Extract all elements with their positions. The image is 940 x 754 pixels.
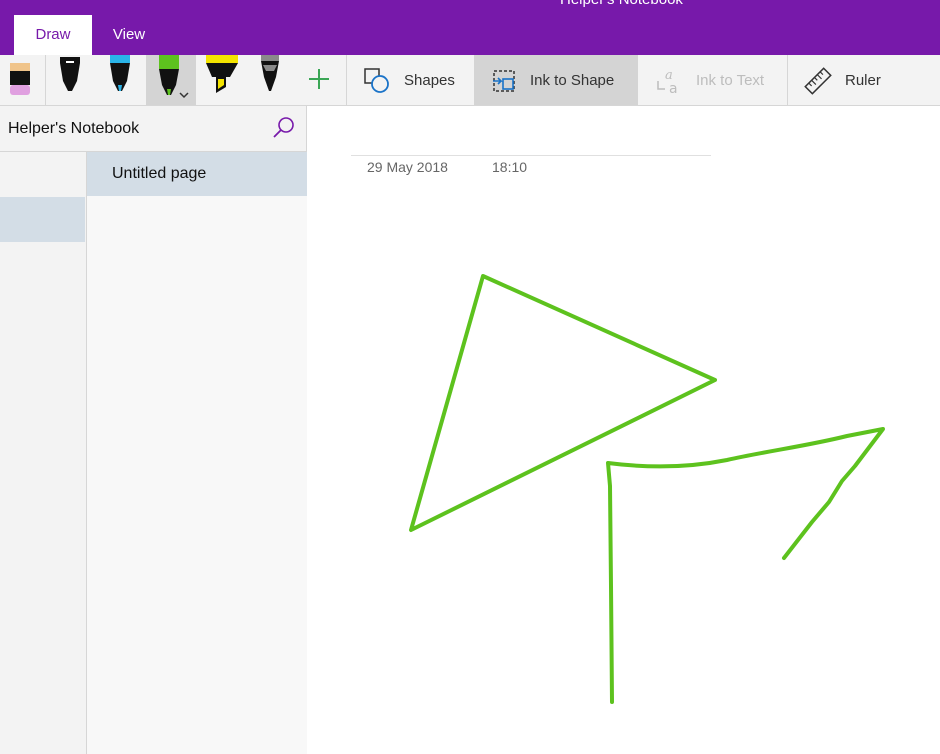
draw-ribbon: Shapes Ink to Shape aa Ink to Text Ruler — [0, 55, 940, 106]
eraser-icon[interactable] — [0, 55, 40, 105]
pen-green-icon[interactable] — [146, 55, 196, 105]
tab-view[interactable]: View — [98, 15, 160, 55]
title-bar: Helper's Notebook Draw View — [0, 0, 940, 55]
ink-to-text-label: Ink to Text — [696, 72, 765, 89]
shapes-button[interactable]: Shapes — [347, 55, 473, 105]
shapes-label: Shapes — [404, 72, 455, 89]
shapes-icon — [363, 67, 391, 99]
app-title: Helper's Notebook — [560, 0, 683, 8]
pages-list: Untitled page — [86, 152, 307, 754]
ink-drawing[interactable] — [307, 106, 940, 754]
ruler-button[interactable]: Ruler — [788, 55, 898, 105]
pen-black-icon[interactable] — [50, 55, 90, 105]
pen-blue-icon[interactable] — [100, 55, 140, 105]
ink-to-shape-icon — [490, 67, 518, 99]
page-canvas[interactable]: 29 May 2018 18:10 — [307, 106, 940, 754]
ink-triangle — [409, 274, 717, 532]
tab-draw[interactable]: Draw — [14, 15, 92, 55]
highlighter-yellow-icon[interactable] — [200, 55, 240, 105]
ink-to-shape-label: Ink to Shape — [530, 72, 615, 89]
ink-to-text-icon: aa — [654, 67, 684, 101]
page-item-label: Untitled page — [112, 165, 207, 182]
section-item-selected[interactable] — [0, 197, 85, 242]
ink-to-shape-button[interactable]: Ink to Shape — [474, 55, 638, 105]
svg-text:a: a — [669, 81, 678, 97]
page-item-untitled[interactable]: Untitled page — [87, 152, 307, 196]
ink-flag — [606, 427, 885, 704]
sections-list — [0, 152, 85, 754]
add-pen-icon[interactable] — [307, 67, 331, 96]
ink-to-text-button[interactable]: aa Ink to Text — [640, 55, 786, 105]
ruler-icon — [804, 67, 832, 99]
notebook-name[interactable]: Helper's Notebook — [8, 120, 139, 138]
navigation-pane: Helper's Notebook Untitled page — [0, 106, 307, 754]
search-icon[interactable] — [272, 116, 296, 145]
pencil-gray-icon[interactable] — [250, 55, 290, 105]
ruler-label: Ruler — [845, 72, 881, 89]
